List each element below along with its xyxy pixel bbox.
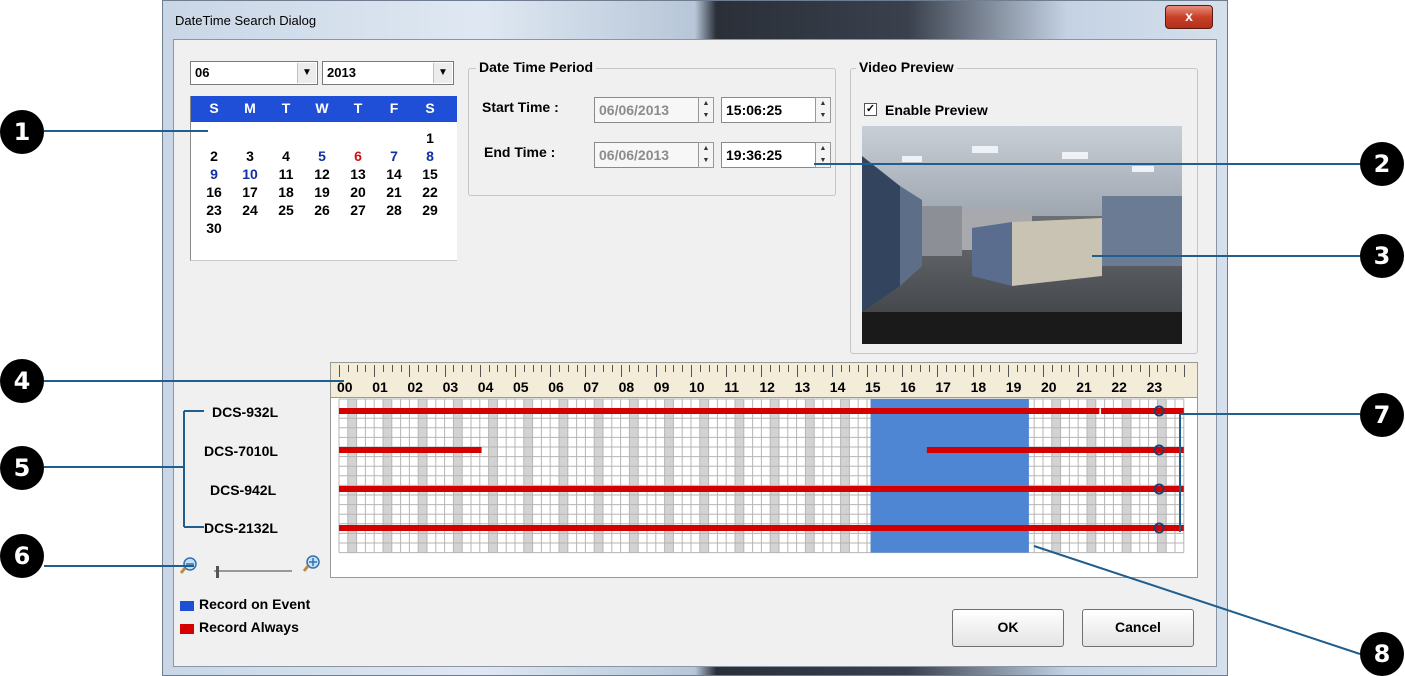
callout-badge: 6	[0, 534, 44, 578]
callout-badge: 1	[0, 110, 44, 154]
callout-badge: 5	[0, 446, 44, 490]
callout-badge: 8	[1360, 632, 1404, 676]
callout-badge: 2	[1360, 142, 1404, 186]
callout-lines	[44, 130, 1361, 655]
callout-badge: 3	[1360, 234, 1404, 278]
callout-badge: 7	[1360, 393, 1404, 437]
callout-badge: 4	[0, 359, 44, 403]
